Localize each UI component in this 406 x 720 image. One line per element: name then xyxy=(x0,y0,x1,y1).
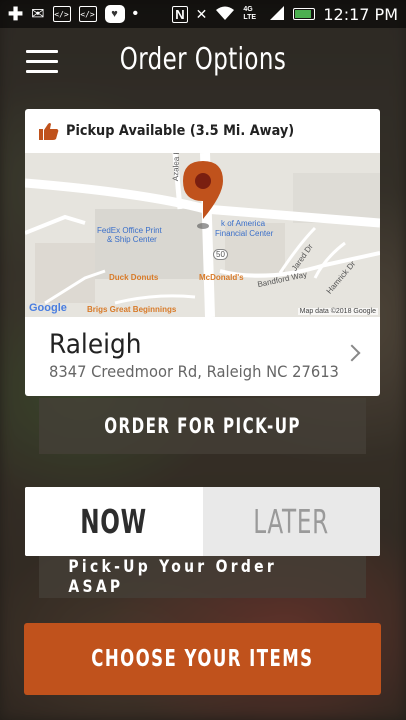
code-icon: </> xyxy=(78,6,97,22)
order-for-pickup-label: ORDER FOR PICK-UP xyxy=(104,414,301,438)
later-option[interactable]: LATER xyxy=(202,487,380,556)
later-label: LATER xyxy=(253,502,330,541)
nfc-icon: N xyxy=(172,5,188,23)
network-type: 4G LTE xyxy=(243,6,257,21)
map-street-label: Azalea Pl xyxy=(171,153,182,182)
pickup-text: Pickup Available (3.5 Mi. Away) xyxy=(66,123,295,139)
chevron-right-icon xyxy=(343,344,361,362)
now-label: NOW xyxy=(80,502,148,541)
mute-icon: ✕ xyxy=(195,5,208,22)
page-title: Order Options xyxy=(119,42,287,77)
map-poi-label: McDonald's xyxy=(199,273,244,282)
now-option[interactable]: NOW xyxy=(25,487,203,556)
clock: 12:17 PM xyxy=(323,4,398,24)
signal-icon xyxy=(269,5,285,24)
store-address: 8347 Creedmoor Rd, Raleigh NC 27613 xyxy=(49,362,339,381)
map-attribution: Map data ©2018 Google xyxy=(297,308,378,315)
map-poi-label: Duck Donuts xyxy=(109,273,159,282)
map-poi-label: FedEx Office Print xyxy=(97,226,162,235)
system-icons: N ✕ 4G LTE 12:17 PM xyxy=(172,5,398,24)
map-poi-label: k of America xyxy=(221,219,266,228)
map-poi-label: Financial Center xyxy=(215,229,274,238)
notification-icons: ✚ ✉ </> </> ♥ • xyxy=(8,4,138,25)
choose-items-label: CHOOSE YOUR ITEMS xyxy=(91,646,314,672)
pickup-availability: Pickup Available (3.5 Mi. Away) xyxy=(25,109,380,153)
map-poi-label: & Ship Center xyxy=(107,235,157,244)
status-bar: ✚ ✉ </> </> ♥ • N ✕ 4G LTE 12:17 PM xyxy=(0,0,406,28)
wifi-icon xyxy=(215,5,235,24)
store-selector[interactable]: Raleigh 8347 Creedmoor Rd, Raleigh NC 27… xyxy=(25,317,380,396)
order-for-pickup-button[interactable]: ORDER FOR PICK-UP xyxy=(39,398,366,454)
map-route-label: 50 xyxy=(213,249,228,260)
heart-chat-icon: ♥ xyxy=(104,5,125,23)
timing-toggle: NOW LATER xyxy=(25,487,380,556)
location-card: Pickup Available (3.5 Mi. Away) Azalea P… xyxy=(25,109,380,396)
store-name: Raleigh xyxy=(49,329,142,360)
plus-icon: ✚ xyxy=(8,3,24,24)
mail-icon: ✉ xyxy=(31,6,45,23)
map[interactable]: Azalea Pl FedEx Office Print & Ship Cent… xyxy=(25,153,380,317)
thumbs-up-icon xyxy=(39,123,59,140)
asap-message: Pick-Up Your Order ASAP xyxy=(39,556,366,598)
choose-items-button[interactable]: CHOOSE YOUR ITEMS xyxy=(24,623,381,695)
more-icon: • xyxy=(132,5,139,22)
map-poi-label: Brigs Great Beginnings xyxy=(87,305,177,314)
app-header: Order Options xyxy=(0,28,406,94)
battery-icon xyxy=(293,8,316,20)
google-logo: Google xyxy=(29,302,67,314)
code-icon: </> xyxy=(52,6,71,22)
asap-text: Pick-Up Your Order ASAP xyxy=(68,557,278,597)
